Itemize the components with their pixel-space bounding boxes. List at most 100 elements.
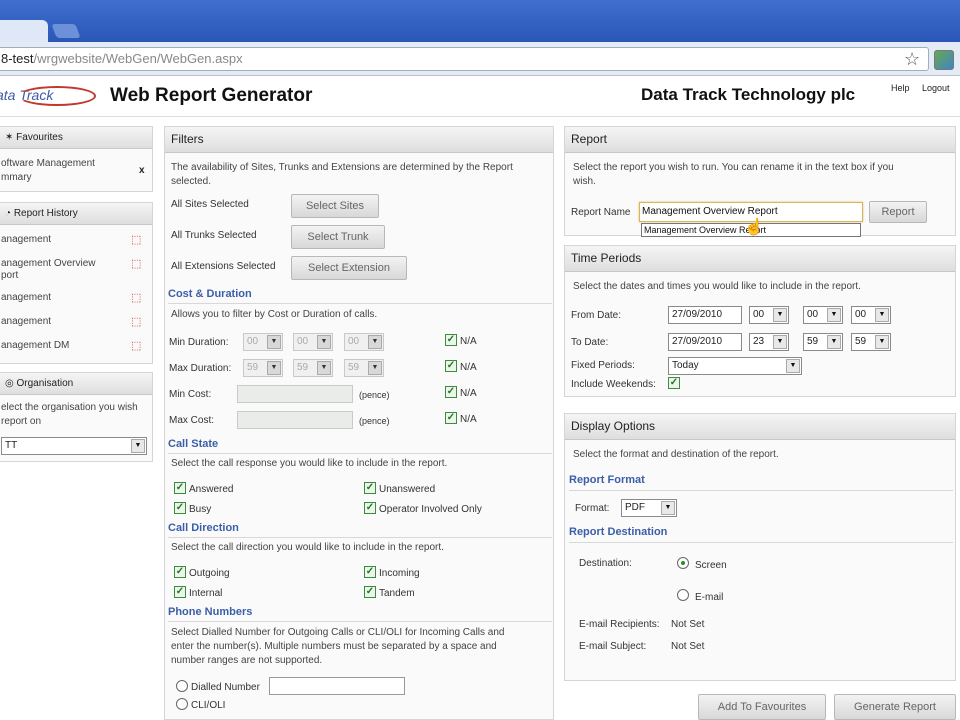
bookmark-star-icon[interactable]: ☆ [904, 49, 920, 70]
to-hour-select[interactable]: 23 ▼ [749, 333, 789, 351]
include-weekends-checkbox[interactable]: ✓ [668, 377, 680, 389]
phone-numbers-desc-line2: enter the number(s). Multiple numbers mu… [171, 641, 497, 652]
generate-report-button[interactable]: Generate Report [834, 694, 956, 720]
pdf-icon[interactable]: ⬚ [131, 291, 143, 305]
organisation-value: TT [5, 440, 18, 451]
select-value: 00 [348, 336, 360, 347]
internal-label: Internal [189, 588, 223, 599]
screen-radio[interactable] [677, 557, 689, 569]
chevron-down-icon: ▼ [661, 501, 675, 515]
select-value: 59 [855, 336, 867, 347]
max-duration-hours-select: 59 ▼ [243, 359, 283, 377]
min-cost-label: Min Cost: [169, 389, 212, 400]
select-value: 59 [247, 362, 259, 373]
chevron-down-icon: ▼ [827, 308, 841, 322]
pdf-icon[interactable]: ⬚ [131, 233, 143, 247]
call-direction-heading: Call Direction [168, 522, 239, 534]
browser-tab[interactable] [0, 20, 48, 42]
cost-duration-heading: Cost & Duration [168, 288, 252, 300]
dialled-number-label: Dialled Number [191, 682, 260, 693]
divider [569, 490, 953, 491]
help-link[interactable]: Help [891, 83, 910, 93]
outgoing-checkbox[interactable]: ✓ [174, 566, 186, 578]
min-duration-minutes-select: 00 ▼ [293, 333, 333, 351]
organisation-header[interactable]: ◎ Organisation [0, 373, 152, 395]
max-duration-na-checkbox[interactable]: ✓ [445, 360, 457, 372]
format-select[interactable]: PDF ▼ [621, 499, 677, 517]
select-sites-button[interactable]: Select Sites [291, 194, 379, 218]
tandem-checkbox[interactable]: ✓ [364, 586, 376, 598]
phone-number-input[interactable] [269, 677, 405, 695]
history-item-line2[interactable]: port [1, 269, 18, 283]
email-subject-label: E-mail Subject: [579, 641, 647, 652]
email-radio[interactable] [677, 589, 689, 601]
phone-numbers-heading: Phone Numbers [168, 606, 253, 618]
fixed-periods-select[interactable]: Today ▼ [668, 357, 802, 375]
organisation-select[interactable]: TT ▼ [1, 437, 147, 455]
organisation-panel: ◎ Organisation elect the organisation yo… [0, 372, 153, 462]
report-desc-line1: Select the report you wish to run. You c… [573, 162, 894, 173]
history-item[interactable]: anagement DM [1, 339, 69, 353]
cli-oli-label: CLI/OLI [191, 700, 226, 711]
pdf-icon[interactable]: ⬚ [131, 339, 143, 353]
outgoing-label: Outgoing [189, 568, 230, 579]
report-button[interactable]: Report [869, 201, 927, 223]
history-item[interactable]: anagement [1, 291, 51, 305]
max-cost-label: Max Cost: [169, 415, 215, 426]
new-tab-button[interactable] [51, 24, 81, 38]
from-hour-select[interactable]: 00 ▼ [749, 306, 789, 324]
screen-label: Screen [695, 560, 727, 571]
add-to-favourites-button[interactable]: Add To Favourites [698, 694, 826, 720]
answered-checkbox[interactable]: ✓ [174, 482, 186, 494]
select-trunk-button[interactable]: Select Trunk [291, 225, 385, 249]
incoming-label: Incoming [379, 568, 420, 579]
to-date-input[interactable]: 27/09/2010 [668, 333, 742, 351]
from-date-input[interactable]: 27/09/2010 [668, 306, 742, 324]
unanswered-checkbox[interactable]: ✓ [364, 482, 376, 494]
organisation-desc-line2: report on [1, 416, 42, 427]
favourite-item-line2[interactable]: mmary [1, 171, 32, 185]
chevron-down-icon: ▼ [317, 361, 331, 375]
report-header: Report [565, 127, 955, 153]
report-name-label: Report Name [571, 207, 631, 218]
to-minute-select[interactable]: 59 ▼ [803, 333, 843, 351]
remove-favourite-icon[interactable]: x [139, 164, 145, 178]
incoming-checkbox[interactable]: ✓ [364, 566, 376, 578]
chevron-down-icon: ▼ [773, 308, 787, 322]
dialled-number-radio[interactable] [176, 680, 188, 692]
select-extension-button[interactable]: Select Extension [291, 256, 407, 280]
url-input[interactable]: 8-test/wrgwebsite/WebGen/WebGen.aspx [0, 47, 929, 71]
divider [168, 453, 552, 454]
chevron-down-icon: ▼ [368, 335, 382, 349]
busy-checkbox[interactable]: ✓ [174, 502, 186, 514]
favourite-item-line1[interactable]: oftware Management [1, 157, 95, 171]
max-cost-na-checkbox[interactable]: ✓ [445, 412, 457, 424]
email-subject-value: Not Set [671, 641, 705, 652]
history-item[interactable]: anagement [1, 233, 51, 247]
report-history-header[interactable]: ◔ Report History [0, 203, 152, 225]
internal-checkbox[interactable]: ✓ [174, 586, 186, 598]
to-second-select[interactable]: 59 ▼ [851, 333, 891, 351]
from-second-select[interactable]: 00 ▼ [851, 306, 891, 324]
pdf-icon[interactable]: ⬚ [131, 315, 143, 329]
select-value: 00 [855, 309, 867, 320]
min-cost-na-checkbox[interactable]: ✓ [445, 386, 457, 398]
divider [168, 621, 552, 622]
favourites-header[interactable]: ✶ Favourites [0, 127, 152, 149]
min-duration-na-checkbox[interactable]: ✓ [445, 334, 457, 346]
logout-link[interactable]: Logout [922, 83, 950, 93]
pdf-icon[interactable]: ⬚ [131, 257, 143, 271]
star-small-icon: ✶ [5, 132, 17, 143]
fixed-periods-label: Fixed Periods: [571, 360, 635, 371]
history-item[interactable]: anagement [1, 315, 51, 329]
pence-label: (pence) [359, 390, 390, 400]
max-duration-minutes-select: 59 ▼ [293, 359, 333, 377]
cli-oli-radio[interactable] [176, 698, 188, 710]
max-duration-label: Max Duration: [169, 363, 232, 374]
divider [168, 303, 552, 304]
extension-icon[interactable] [934, 50, 954, 70]
chevron-down-icon: ▼ [773, 335, 787, 349]
chevron-down-icon: ▼ [875, 335, 889, 349]
from-minute-select[interactable]: 00 ▼ [803, 306, 843, 324]
operator-involved-checkbox[interactable]: ✓ [364, 502, 376, 514]
